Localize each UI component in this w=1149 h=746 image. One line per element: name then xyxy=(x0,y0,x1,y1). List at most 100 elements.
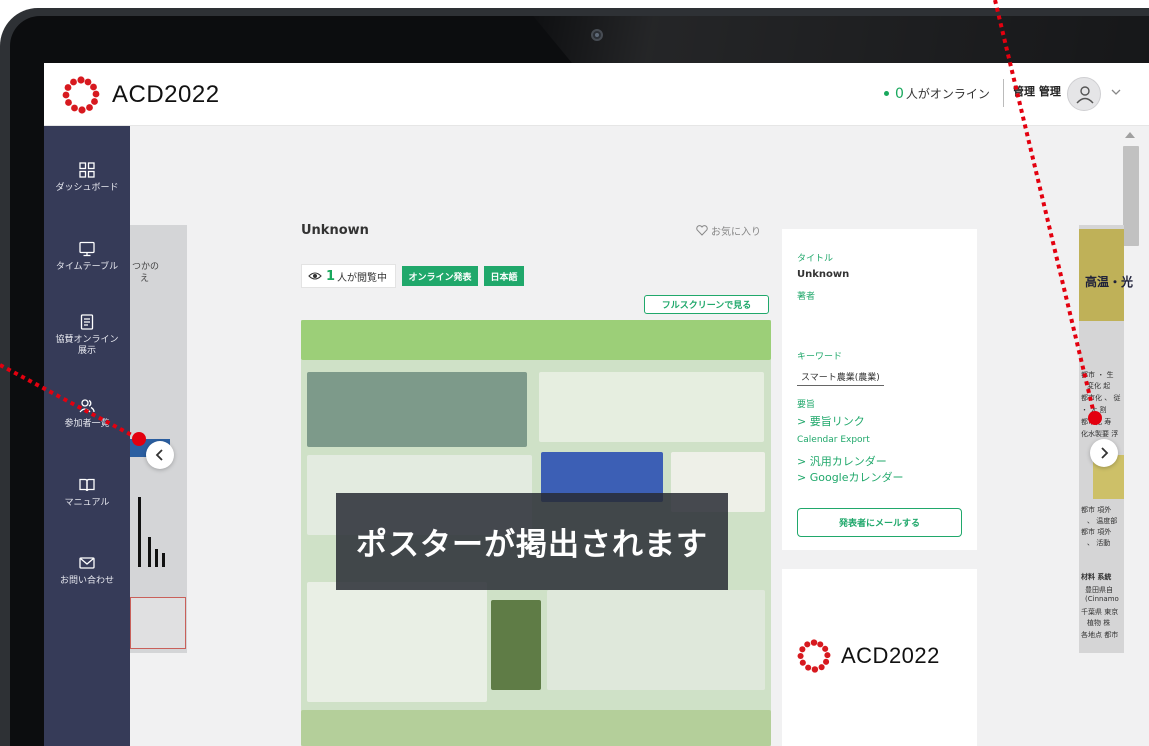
people-icon xyxy=(79,399,95,413)
tag-online-presentation: オンライン発表 xyxy=(402,266,478,286)
google-calendar-link[interactable]: > Googleカレンダー xyxy=(797,469,904,485)
app-screen: ACD2022 0 人がオンライン 管理 管理 ダッシュボード タイムテーブル … xyxy=(44,63,1149,746)
next-slide-line: 植物 株 xyxy=(1087,619,1111,627)
next-slide-line: 材料 系統 xyxy=(1081,573,1112,581)
sidebar-item-label: マニュアル xyxy=(64,498,110,508)
acd-logo-icon xyxy=(797,639,831,673)
sidebar-item-label: 参加者一覧 xyxy=(64,419,110,429)
sidebar-item-label: ダッシュボード xyxy=(55,183,119,193)
bezel-reflection xyxy=(533,16,1149,64)
carousel-next-button[interactable] xyxy=(1090,439,1118,467)
next-slide-line: 都市 ・ 生 xyxy=(1081,371,1114,379)
next-slide-line: 都市 項外 xyxy=(1081,528,1112,536)
next-slide-line: 都市 項外 xyxy=(1081,506,1112,514)
next-slide-line: 、 温度部 xyxy=(1087,517,1118,525)
sidebar-item-sponsor-exhibit[interactable]: 協賛オンライン 展示 xyxy=(44,314,130,357)
next-slide-line: 変化 起 xyxy=(1087,382,1111,390)
user-icon xyxy=(1076,86,1094,104)
sponsor-logo: ACD2022 xyxy=(797,639,940,673)
viewers-text: 人が閲覧中 xyxy=(337,272,388,284)
book-icon xyxy=(79,478,95,492)
dashboard-grid-icon xyxy=(79,162,95,178)
fullscreen-button[interactable]: フルスクリーンで見る xyxy=(644,295,769,314)
online-dot-icon xyxy=(884,91,889,96)
next-slide-line: 化水製要 浮 xyxy=(1081,430,1119,438)
poster-header-band xyxy=(301,320,771,360)
next-slide-line: 都市化 寿 xyxy=(1081,418,1112,426)
chevron-down-icon[interactable] xyxy=(1111,88,1121,96)
eye-icon xyxy=(308,272,322,280)
next-slide-line: 都市化 、 従 xyxy=(1081,394,1121,402)
prev-slide-highlight-box xyxy=(130,597,186,649)
title-label: タイトル xyxy=(797,254,834,264)
chevron-right-icon xyxy=(1101,447,1109,459)
keyword-chip[interactable]: スマート農業(農業) xyxy=(797,368,884,386)
sidebar-item-contact[interactable]: お問い合わせ xyxy=(44,555,130,587)
chevron-left-icon xyxy=(155,449,163,461)
monitor-icon xyxy=(79,241,95,257)
poster-info-panel: タイトル Unknown 著者 キーワード スマート農業(農業) 要旨 > 要旨… xyxy=(782,229,977,550)
sidebar-item-label: タイムテーブル xyxy=(55,262,119,272)
mail-icon xyxy=(79,557,95,569)
viewers-count: 1 xyxy=(326,268,336,284)
user-avatar[interactable] xyxy=(1067,77,1101,111)
sidebar-item-manual[interactable]: マニュアル xyxy=(44,477,130,509)
sponsor-logo-panel: ACD2022 xyxy=(782,569,977,746)
prev-slide-subtext: え xyxy=(140,274,150,284)
poster-photo-block xyxy=(307,372,527,447)
sidebar-item-label: 協賛オンライン 展示 xyxy=(55,335,119,356)
abstract-link[interactable]: > 要旨リンク xyxy=(797,413,865,429)
prev-slide-chart-bar xyxy=(138,497,141,567)
next-slide-line: 千葉県 東京 xyxy=(1081,608,1119,616)
top-bar: ACD2022 0 人がオンライン 管理 管理 xyxy=(44,63,1149,126)
next-slide-line: 、 活動 xyxy=(1087,539,1111,547)
sidebar: ダッシュボード タイムテーブル 協賛オンライン 展示 参加者一覧 マニュアル お… xyxy=(44,126,130,746)
prev-slide-chart-bar xyxy=(162,553,165,567)
viewers-badge: 1 人が閲覧中 xyxy=(301,264,397,288)
logo-text: ACD2022 xyxy=(112,81,220,108)
next-slide-line: ・ 大 割 xyxy=(1081,406,1107,414)
next-slide-title: 高温・光 xyxy=(1085,275,1134,289)
title-value: Unknown xyxy=(797,269,850,280)
favorite-label: お気に入り xyxy=(711,227,761,238)
sidebar-item-dashboard[interactable]: ダッシュボード xyxy=(44,162,130,194)
prev-slide-chart-bar xyxy=(148,537,151,567)
next-slide-line: (Cinnamo xyxy=(1085,595,1119,603)
poster-photo-block xyxy=(491,600,541,690)
laptop-frame: ACD2022 0 人がオンライン 管理 管理 ダッシュボード タイムテーブル … xyxy=(0,0,1149,746)
app-logo[interactable]: ACD2022 xyxy=(62,76,220,114)
sponsor-logo-text: ACD2022 xyxy=(841,643,940,668)
heart-icon xyxy=(696,225,708,236)
calendar-export-label: Calendar Export xyxy=(797,435,870,445)
sidebar-item-timetable[interactable]: タイムテーブル xyxy=(44,241,130,273)
poster-placeholder-overlay: ポスターが掲出されます xyxy=(336,493,728,590)
favorite-button[interactable]: お気に入り xyxy=(696,223,761,238)
carousel-prev-button[interactable] xyxy=(146,441,174,469)
poster-text-block xyxy=(547,590,765,690)
keyword-label: キーワード xyxy=(797,352,843,362)
scroll-up-arrow-icon[interactable] xyxy=(1125,132,1135,138)
user-name[interactable]: 管理 管理 xyxy=(1013,83,1061,99)
webcam-icon xyxy=(591,29,603,41)
prev-slide-chart-bar xyxy=(155,549,158,567)
document-icon xyxy=(80,314,94,330)
email-presenter-button[interactable]: 発表者にメールする xyxy=(797,508,962,537)
sidebar-item-label: お問い合わせ xyxy=(59,576,114,586)
online-text: 人がオンライン xyxy=(905,87,990,101)
carousel-prev-slide[interactable]: つかの え xyxy=(130,225,187,653)
poster-footer-band xyxy=(301,710,771,746)
poster-title: Unknown xyxy=(301,223,369,238)
scrollbar-thumb[interactable] xyxy=(1123,146,1139,246)
author-label: 著者 xyxy=(797,292,816,302)
acd-logo-icon xyxy=(62,76,100,114)
general-calendar-link[interactable]: > 汎用カレンダー xyxy=(797,453,887,469)
poster-text-block xyxy=(307,582,487,702)
poster-text-block xyxy=(539,372,764,442)
online-count: 0 xyxy=(895,85,904,102)
online-status: 0 人がオンライン xyxy=(884,85,990,102)
tag-japanese: 日本語 xyxy=(484,266,524,286)
next-slide-line: 各地点 都市 xyxy=(1081,631,1119,639)
header-divider xyxy=(1003,79,1004,107)
sidebar-item-participants[interactable]: 参加者一覧 xyxy=(44,398,130,430)
next-slide-line: 豊田県自 xyxy=(1085,586,1113,594)
